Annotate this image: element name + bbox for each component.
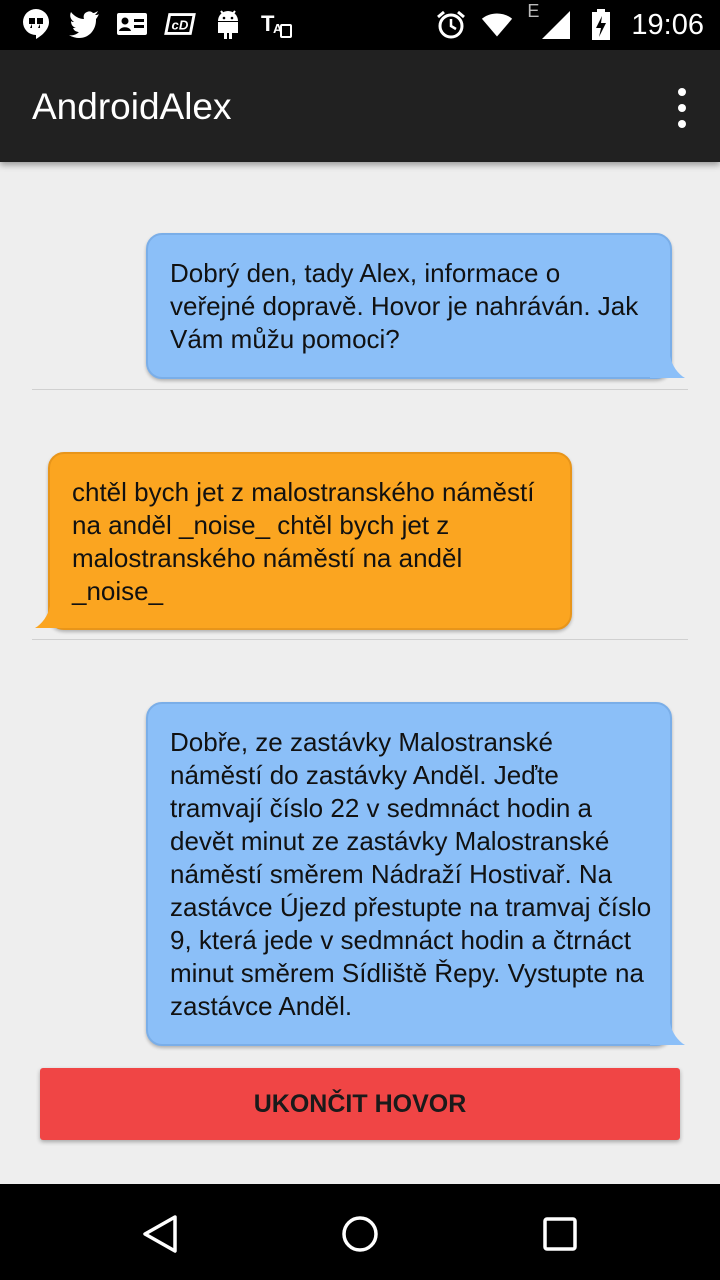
twitter-icon (68, 8, 100, 40)
message-text: Dobrý den, tady Alex, informace o veřejn… (170, 258, 639, 354)
alarm-icon (435, 9, 467, 41)
hangouts-icon (20, 8, 52, 40)
android-icon (212, 8, 244, 40)
status-bar: cD TA E 19:06 (0, 0, 720, 50)
message-text: Dobře, ze zastávky Malostranské náměstí … (170, 727, 652, 1021)
home-icon[interactable] (338, 1212, 382, 1256)
notification-icons: cD TA (20, 8, 292, 40)
signal-icon: E (527, 1, 571, 41)
message-text: chtěl bych jet z malostranského náměstí … (72, 477, 535, 606)
end-call-button[interactable]: UKONČIT HOVOR (40, 1068, 680, 1140)
message-divider (32, 639, 688, 640)
user-message-bubble: chtěl bych jet z malostranského náměstí … (48, 452, 572, 630)
wifi-icon (481, 9, 513, 41)
system-message-bubble: Dobrý den, tady Alex, informace o veřejn… (146, 233, 672, 379)
text-translate-icon: TA (260, 8, 292, 40)
recents-icon[interactable] (538, 1212, 582, 1256)
bubble-tail (650, 1023, 685, 1045)
system-status-icons: E 19:06 (435, 1, 704, 42)
navigation-bar (0, 1184, 720, 1280)
bubble-tail (35, 606, 70, 628)
battery-charging-icon (585, 9, 617, 41)
message-divider (32, 389, 688, 390)
cd-icon: cD (164, 8, 196, 40)
overflow-menu-icon[interactable] (670, 88, 694, 128)
app-title: AndroidAlex (32, 86, 232, 127)
bubble-tail (650, 356, 685, 378)
svg-text:cD: cD (172, 18, 189, 33)
clock: 19:06 (631, 9, 704, 41)
back-icon[interactable] (138, 1212, 182, 1256)
network-type-label: E (527, 1, 540, 21)
app-bar: AndroidAlex (0, 50, 720, 162)
system-message-bubble: Dobře, ze zastávky Malostranské náměstí … (146, 702, 672, 1046)
contact-card-icon (116, 8, 148, 40)
